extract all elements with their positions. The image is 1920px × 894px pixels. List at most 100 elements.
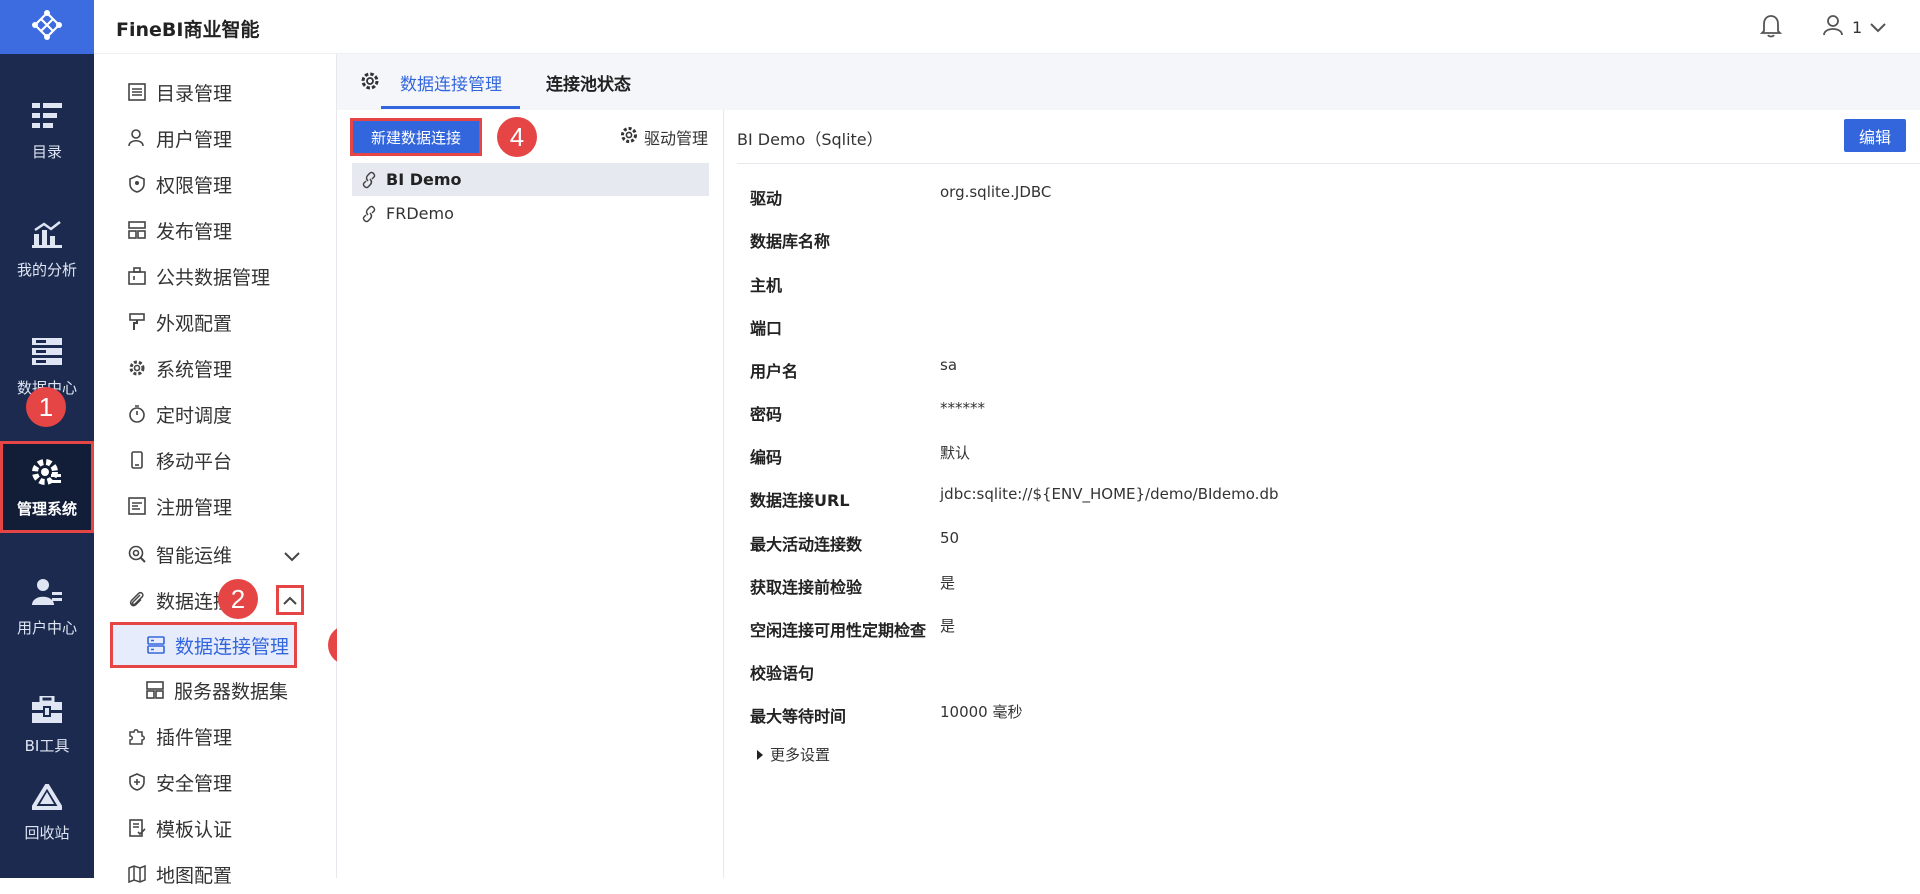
connection-list-panel: 新建数据连接 驱动管理 BI Demo FRDemo 4 xyxy=(337,110,724,878)
menu-item-catalog-mgmt[interactable]: 目录管理 xyxy=(94,72,337,112)
prop-label: 最大活动连接数 xyxy=(750,535,863,554)
prop-row: 密码 ****** xyxy=(750,399,1850,425)
rail-item-bi-tools[interactable]: BI工具 xyxy=(0,678,94,770)
puzzle-icon xyxy=(126,725,148,747)
nav-rail: 目录 我的分析 数据中心 管理系统 用户中心 BI工具 回收站 xyxy=(0,0,94,878)
menu-item-plugin-mgmt[interactable]: 插件管理 xyxy=(94,716,337,756)
register-icon xyxy=(126,495,148,517)
prop-label: 用户名 xyxy=(750,362,799,381)
publish-icon xyxy=(126,219,148,241)
chevron-up-icon[interactable] xyxy=(276,585,304,615)
menu-item-scheduling[interactable]: 定时调度 xyxy=(94,394,337,434)
user-menu[interactable]: 1 xyxy=(1822,14,1886,40)
rail-item-recycle-bin[interactable]: 回收站 xyxy=(0,765,94,857)
connection-detail-panel: BI Demo（Sqlite） 编辑 驱动 org.sqlite.JDBC 数据… xyxy=(724,110,1920,878)
management-gear-icon xyxy=(31,456,63,490)
menu-item-appearance[interactable]: 外观配置 xyxy=(94,302,337,342)
connection-name: FRDemo xyxy=(386,204,454,223)
dataset-icon xyxy=(144,679,166,701)
analysis-icon xyxy=(32,217,62,251)
ops-icon xyxy=(126,543,148,565)
menu-item-label: 外观配置 xyxy=(156,312,233,335)
tab-data-connection-mgmt[interactable]: 数据连接管理 xyxy=(400,70,502,95)
menu-item-user-mgmt[interactable]: 用户管理 xyxy=(94,118,337,158)
mobile-icon xyxy=(126,449,148,471)
rail-item-catalog[interactable]: 目录 xyxy=(0,84,94,176)
menu-item-map-config[interactable]: 地图配置 xyxy=(94,854,337,894)
fine-logo-icon[interactable] xyxy=(0,0,94,54)
rail-item-label: 我的分析 xyxy=(16,260,77,279)
gear-icon xyxy=(619,125,639,149)
gear-icon xyxy=(126,357,148,379)
menu-item-system-mgmt[interactable]: 系统管理 xyxy=(94,348,337,388)
prop-label: 数据库名称 xyxy=(750,232,831,251)
bell-icon[interactable] xyxy=(1759,14,1783,42)
menu-item-security-mgmt[interactable]: 安全管理 xyxy=(94,762,337,802)
prop-value: 50 xyxy=(940,529,960,547)
prop-row: 编码 默认 xyxy=(750,444,1850,468)
prop-value: 是 xyxy=(940,574,956,592)
rail-item-my-analysis[interactable]: 我的分析 xyxy=(0,202,94,294)
menu-item-label: 注册管理 xyxy=(156,496,233,519)
new-connection-button[interactable]: 新建数据连接 xyxy=(350,118,482,156)
rail-item-label: 目录 xyxy=(31,142,62,161)
step-badge-1: 1 xyxy=(26,387,66,427)
menu-item-permission-mgmt[interactable]: 权限管理 xyxy=(94,164,337,204)
menu-item-label: 地图配置 xyxy=(156,864,233,887)
edit-button[interactable]: 编辑 xyxy=(1844,119,1906,152)
menu-item-label: 模板认证 xyxy=(156,818,233,841)
menu-item-data-connection[interactable]: 数据连接 xyxy=(94,580,337,620)
driver-mgmt-label: 驱动管理 xyxy=(644,129,709,148)
tab-bar: 数据连接管理 连接池状态 xyxy=(337,54,1920,110)
link-icon xyxy=(360,205,378,223)
driver-mgmt-button[interactable]: 驱动管理 xyxy=(619,125,708,149)
menu-item-data-connection-mgmt[interactable]: 数据连接管理 xyxy=(110,622,297,668)
menu-item-publish-mgmt[interactable]: 发布管理 xyxy=(94,210,337,250)
prop-label: 主机 xyxy=(750,276,783,295)
timer-icon xyxy=(126,403,148,425)
paperclip-icon xyxy=(126,589,148,611)
menu-item-smart-ops[interactable]: 智能运维 xyxy=(94,534,337,574)
menu-item-public-data-mgmt[interactable]: 公共数据管理 xyxy=(94,256,337,296)
prop-value: 默认 xyxy=(940,444,971,462)
chevron-down-icon[interactable] xyxy=(284,545,300,567)
step-badge-2: 2 xyxy=(218,579,258,619)
menu-item-template-cert[interactable]: 模板认证 xyxy=(94,808,337,848)
prop-row: 最大活动连接数 50 xyxy=(750,529,1850,555)
prop-row: 用户名 sa xyxy=(750,356,1850,382)
rail-item-user-center[interactable]: 用户中心 xyxy=(0,560,94,652)
prop-value: org.sqlite.JDBC xyxy=(940,183,1052,201)
prop-label: 最大等待时间 xyxy=(750,707,847,726)
prop-row: 端口 xyxy=(750,315,1850,339)
menu-item-label: 目录管理 xyxy=(156,82,233,105)
prop-row: 数据连接URL jdbc:sqlite://${ENV_HOME}/demo/B… xyxy=(750,485,1850,511)
security-icon xyxy=(126,771,148,793)
tab-pool-status[interactable]: 连接池状态 xyxy=(546,70,631,95)
connection-item-bi-demo[interactable]: BI Demo xyxy=(352,163,709,196)
rail-item-label: 回收站 xyxy=(24,823,70,842)
top-header: FineBI商业智能 1 xyxy=(94,0,1920,54)
menu-item-label: 公共数据管理 xyxy=(156,266,271,289)
detail-title: BI Demo（Sqlite） xyxy=(737,130,883,149)
menu-item-registration[interactable]: 注册管理 xyxy=(94,486,337,526)
menu-item-server-dataset[interactable]: 服务器数据集 xyxy=(94,670,337,710)
more-settings-toggle[interactable]: 更多设置 xyxy=(756,744,830,765)
prop-row: 主机 xyxy=(750,272,1850,296)
connection-name: BI Demo xyxy=(386,170,462,189)
prop-value: 是 xyxy=(940,617,956,635)
connection-item-frdemo[interactable]: FRDemo xyxy=(352,197,709,230)
shield-icon xyxy=(126,173,148,195)
prop-value: sa xyxy=(940,356,958,374)
menu-item-mobile-platform[interactable]: 移动平台 xyxy=(94,440,337,480)
user-name: 1 xyxy=(1852,17,1863,37)
link-icon xyxy=(360,171,378,189)
menu-item-label: 安全管理 xyxy=(156,772,233,795)
briefcase-icon xyxy=(126,265,148,287)
data-center-icon xyxy=(32,335,62,369)
list-icon xyxy=(126,81,148,103)
catalog-icon xyxy=(32,99,62,133)
prop-label: 端口 xyxy=(750,319,783,338)
prop-label: 校验语句 xyxy=(750,664,815,683)
prop-row: 校验语句 xyxy=(750,660,1850,684)
rail-item-management-system[interactable]: 管理系统 xyxy=(0,441,94,533)
